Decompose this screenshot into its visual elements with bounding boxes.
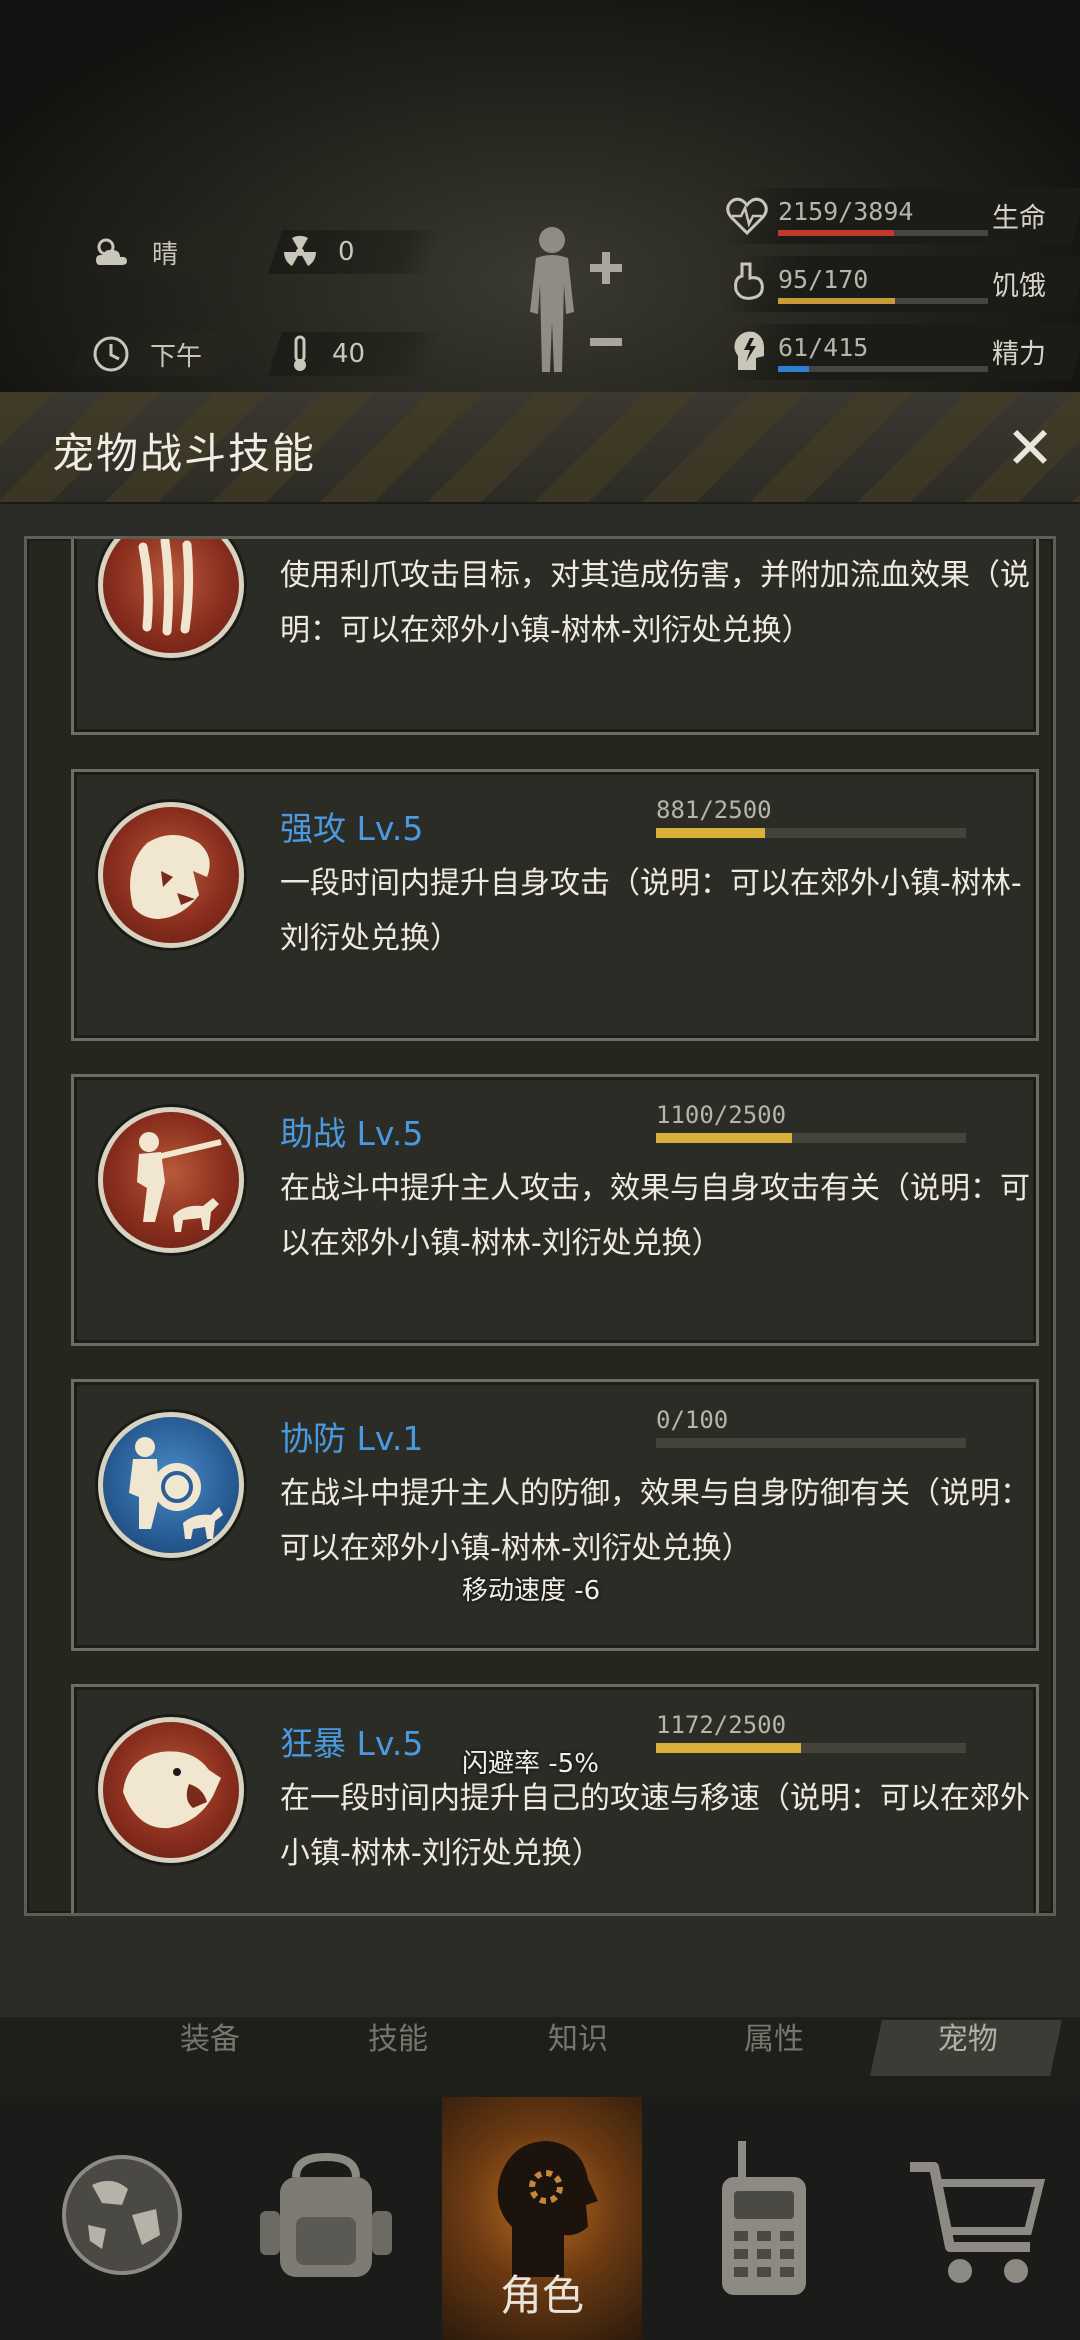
- floating-effect-text: 移动速度 -6: [462, 1576, 601, 1606]
- stomach-icon: [734, 262, 764, 300]
- skill-xp-value: 0/100: [656, 1406, 729, 1434]
- tab-knowledge[interactable]: 知识: [488, 2020, 668, 2076]
- claw-icon: [98, 539, 244, 658]
- hunter-dog-icon: [98, 1107, 244, 1253]
- skill-xp-value: 881/2500: [656, 796, 772, 824]
- cloud-sun-icon: [96, 238, 127, 265]
- life-fill: [778, 230, 895, 236]
- energy-label: 精力: [992, 339, 1046, 370]
- skill-xp-value: 1172/2500: [656, 1711, 787, 1739]
- skill-xp-fill: [656, 1743, 802, 1753]
- globe-icon: [62, 2155, 182, 2275]
- energy-value: 61/415: [778, 333, 869, 362]
- skill-card[interactable]: 助战 Lv.5 1100/2500 在战斗中提升主人攻击，效果与自身攻击有关（说…: [71, 1074, 1039, 1346]
- radiation-status: 0: [282, 230, 355, 274]
- nav-shop[interactable]: [880, 2097, 1080, 2340]
- skill-description: 使用利爪攻击目标，对其造成伤害，并附加流血效果（说明：可以在郊外小镇-树林-刘衍…: [280, 558, 1030, 648]
- temperature-value: 40: [332, 339, 366, 369]
- hunger-bar: 95/170: [778, 265, 988, 304]
- skill-name: 狂暴 Lv.5: [280, 1724, 424, 1763]
- backpack-icon: [260, 2152, 392, 2277]
- hunger-value: 95/170: [778, 265, 869, 294]
- energy-bar: 61/415: [778, 333, 988, 372]
- temperature-status: 40: [288, 332, 365, 376]
- shield-dog-icon: [98, 1412, 244, 1558]
- thermometer-icon: [294, 335, 306, 371]
- nav-backpack[interactable]: [226, 2097, 426, 2340]
- skill-card-claw[interactable]: 使用利爪攻击目标，对其造成伤害，并附加流血效果（说明：可以在郊外小镇-树林-刘衍…: [71, 539, 1039, 735]
- nav-map[interactable]: [26, 2097, 226, 2340]
- skill-list[interactable]: 使用利爪攻击目标，对其造成伤害，并附加流血效果（说明：可以在郊外小镇-树林-刘衍…: [24, 536, 1056, 1916]
- skill-xp-fill: [656, 1133, 793, 1143]
- skill-description: 在战斗中提升主人的防御，效果与自身防御有关（说明：可以在郊外小镇-树林-刘衍处兑…: [280, 1476, 1030, 1566]
- skill-name: 强攻 Lv.5: [280, 809, 424, 848]
- tab-pet[interactable]: 宠物: [870, 2020, 1062, 2076]
- skill-xp-fill: [656, 828, 766, 838]
- radiation-value: 0: [338, 237, 355, 267]
- floating-effect-text: 闪避率 -5%: [462, 1749, 599, 1779]
- energy-fill: [778, 366, 809, 372]
- heart-icon: [726, 197, 768, 236]
- skill-description: 一段时间内提升自身攻击（说明：可以在郊外小镇-树林-刘衍处兑换）: [280, 866, 1022, 956]
- life-value: 2159/3894: [778, 197, 914, 226]
- brain-bolt-icon: [734, 331, 764, 370]
- cart-icon: [910, 2162, 1046, 2283]
- skill-name: 协防 Lv.1: [280, 1419, 424, 1458]
- time-text: 下午: [150, 341, 203, 372]
- time-status: 下午: [92, 332, 202, 376]
- tab-attributes[interactable]: 属性: [684, 2020, 864, 2076]
- close-button[interactable]: ✕: [1002, 419, 1058, 477]
- hunger-label: 饥饿: [992, 271, 1046, 302]
- skill-name: 助战 Lv.5: [280, 1114, 424, 1153]
- life-label: 生命: [992, 203, 1046, 234]
- skill-xp-value: 1100/2500: [656, 1101, 787, 1129]
- life-bar: 2159/3894: [778, 197, 988, 236]
- role-icon: [497, 2141, 598, 2277]
- beast-attack-icon: [98, 802, 244, 948]
- hunger-fill: [778, 298, 896, 304]
- skill-card[interactable]: 协防 Lv.1 0/100 在战斗中提升主人的防御，效果与自身防御有关（说明：可…: [71, 1379, 1039, 1651]
- roaring-bear-icon: [98, 1717, 244, 1863]
- tab-equipment[interactable]: 装备: [120, 2020, 300, 2076]
- weather-text: 晴: [152, 239, 179, 270]
- radiation-icon: [283, 235, 317, 266]
- weather-status: 晴: [92, 230, 178, 274]
- skill-description: 在战斗中提升主人攻击，效果与自身攻击有关（说明：可以在郊外小镇-树林-刘衍处兑换…: [280, 1171, 1030, 1261]
- tab-skills[interactable]: 技能: [308, 2020, 488, 2076]
- panel-title: 宠物战斗技能: [52, 429, 317, 478]
- skill-card[interactable]: 强攻 Lv.5 881/2500 一段时间内提升自身攻击（说明：可以在郊外小镇-…: [71, 769, 1039, 1041]
- clock-icon: [93, 336, 129, 372]
- skill-description: 在一段时间内提升自己的攻速与移速（说明：可以在郊外小镇-树林-刘衍处兑换）: [280, 1781, 1030, 1871]
- nav-radio[interactable]: [664, 2097, 864, 2340]
- nav-role-label: 角色: [499, 2271, 584, 2320]
- skill-card[interactable]: 狂暴 Lv.5 1172/2500 在一段时间内提升自己的攻速与移速（说明：可以…: [71, 1684, 1039, 1913]
- body-figure-icon[interactable]: [522, 222, 628, 382]
- radio-icon: [722, 2141, 806, 2295]
